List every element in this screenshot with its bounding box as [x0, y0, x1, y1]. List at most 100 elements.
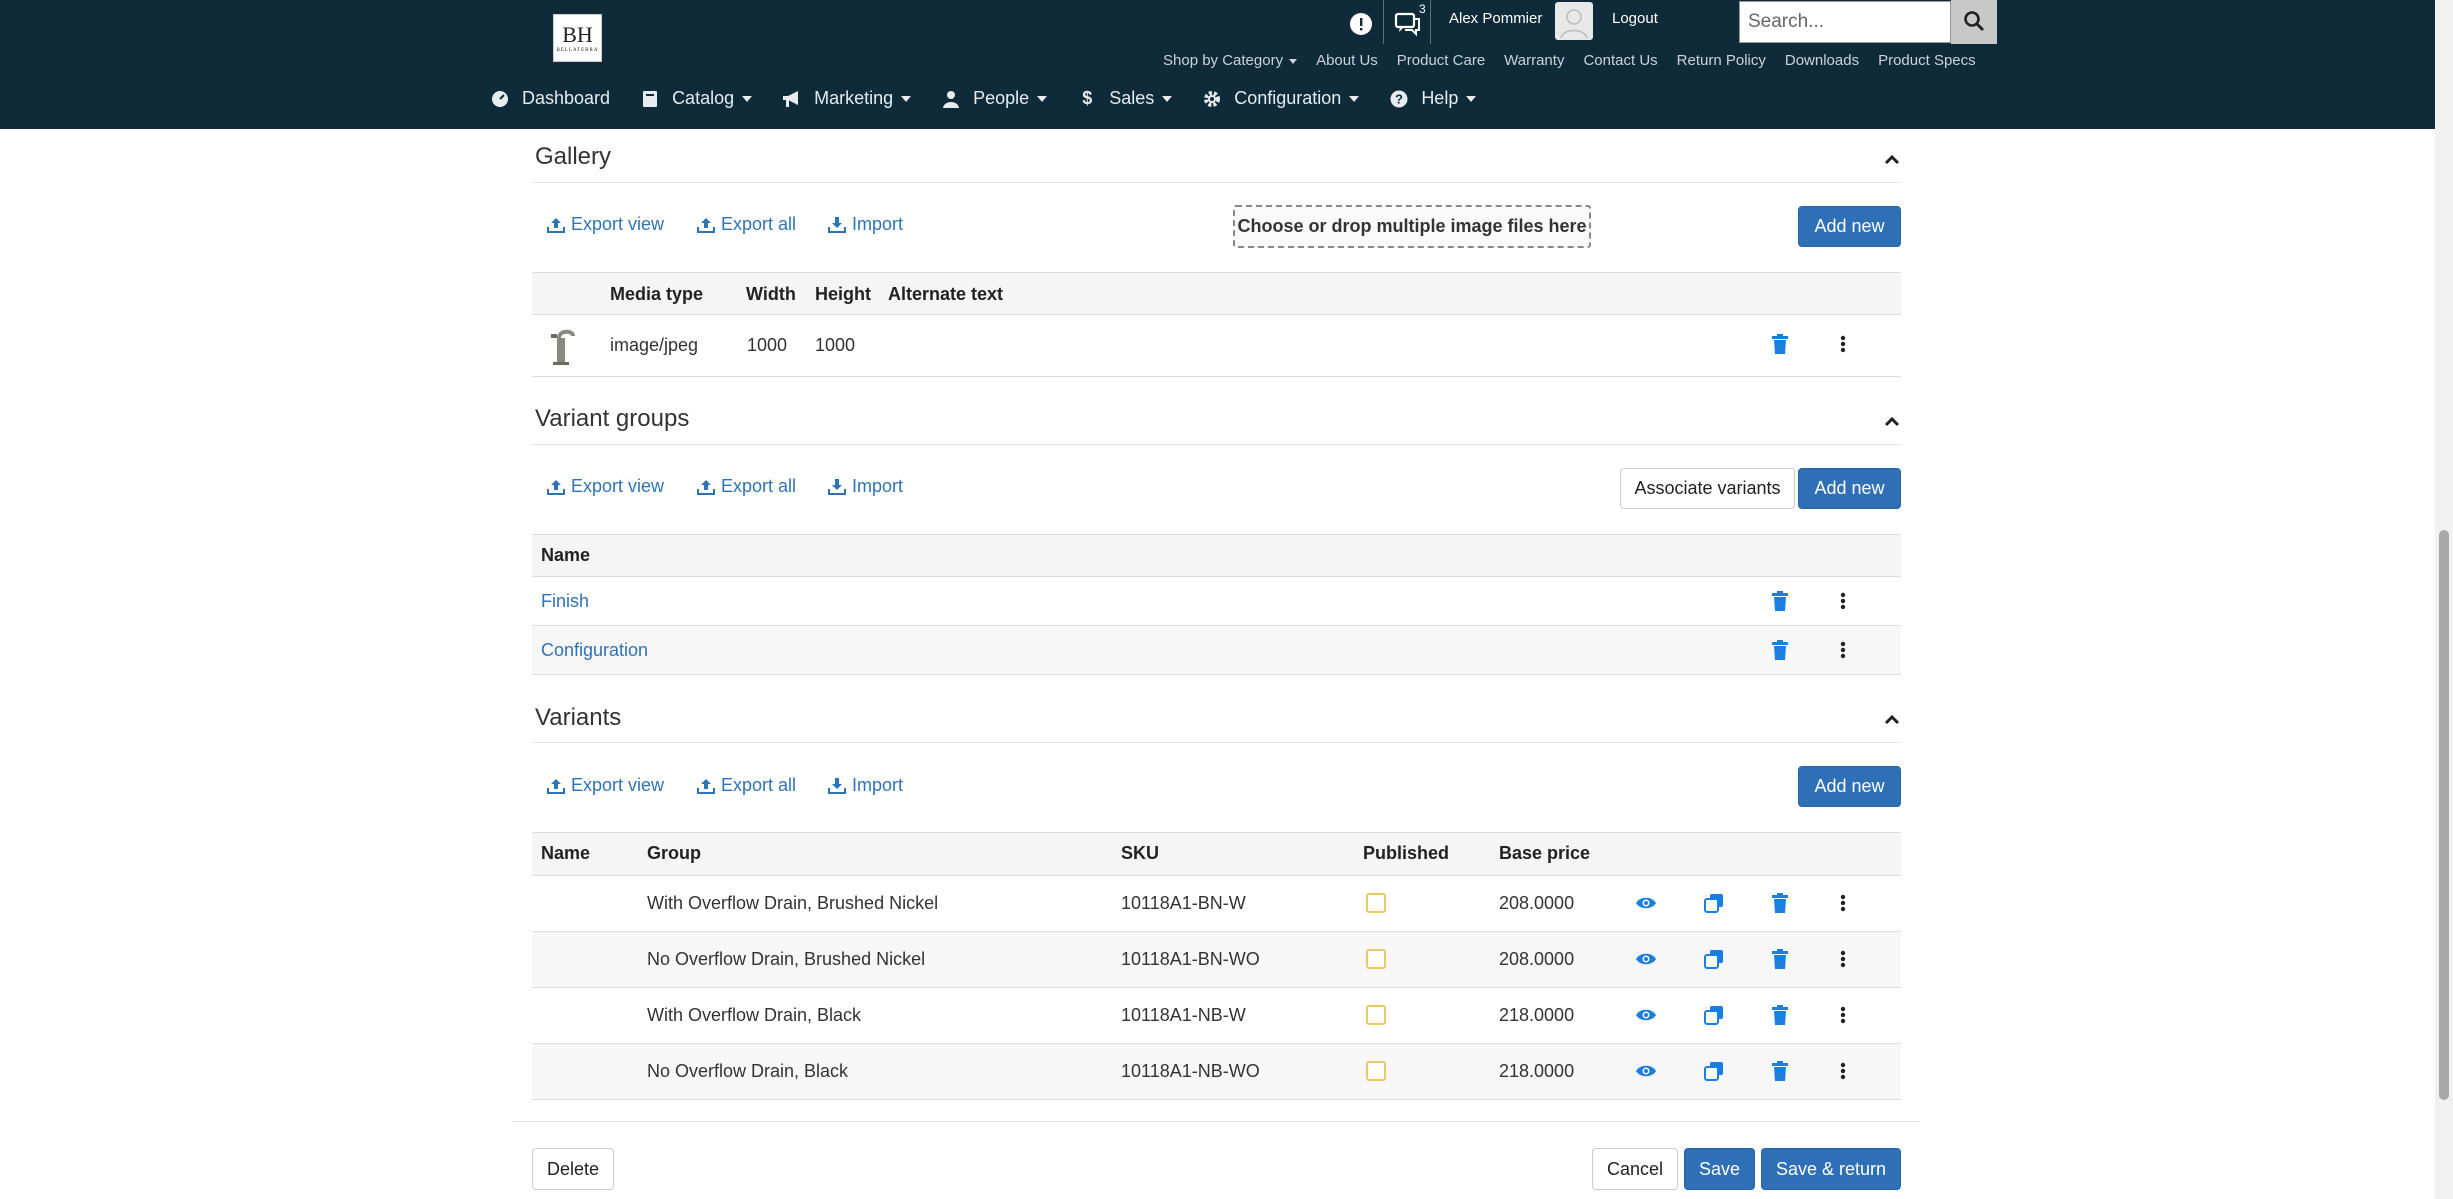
eye-icon[interactable] — [1634, 1059, 1658, 1083]
eye-icon[interactable] — [1634, 891, 1658, 915]
column-header[interactable]: Height — [815, 284, 871, 305]
variant-groups-export-view-link[interactable]: Export view — [547, 476, 664, 497]
divider — [532, 444, 1901, 445]
published-checkbox[interactable] — [1366, 1061, 1386, 1081]
nav-help[interactable]: ? Help — [1389, 88, 1477, 109]
nav-label: Configuration — [1234, 88, 1342, 108]
delete-icon[interactable] — [1768, 589, 1792, 613]
delete-icon[interactable] — [1768, 947, 1792, 971]
more-actions-icon[interactable] — [1831, 947, 1855, 971]
height-cell: 1000 — [815, 335, 856, 355]
product-thumbnail[interactable] — [543, 326, 579, 366]
header-separator — [1383, 0, 1384, 44]
variant-groups-import-link[interactable]: Import — [828, 476, 903, 497]
delete-icon[interactable] — [1768, 1003, 1792, 1027]
user-name[interactable]: Alex Pommier — [1449, 10, 1542, 27]
chevron-up-icon[interactable] — [1882, 412, 1902, 432]
variant-groups-add-new-button[interactable]: Add new — [1798, 468, 1901, 509]
import-label: Import — [852, 214, 904, 234]
book-icon — [640, 89, 660, 109]
delete-icon[interactable] — [1768, 638, 1792, 662]
delete-button[interactable]: Delete — [532, 1148, 614, 1190]
delete-icon[interactable] — [1768, 1059, 1792, 1083]
eye-icon[interactable] — [1634, 1003, 1658, 1027]
variant-price-cell: 218.0000 — [1499, 1005, 1575, 1025]
image-dropzone[interactable]: Choose or drop multiple image files here — [1233, 205, 1591, 248]
gallery-export-all-link[interactable]: Export all — [697, 214, 796, 235]
copy-icon[interactable] — [1702, 947, 1726, 971]
nav-marketing[interactable]: Marketing — [782, 88, 912, 109]
save-return-button[interactable]: Save & return — [1761, 1148, 1901, 1190]
delete-icon[interactable] — [1768, 891, 1792, 915]
top-link-about-us[interactable]: About Us — [1316, 52, 1378, 69]
search-input[interactable] — [1739, 1, 1951, 43]
top-link-product-specs[interactable]: Product Specs — [1878, 52, 1976, 69]
nav-label: Catalog — [672, 88, 735, 108]
published-checkbox[interactable] — [1366, 949, 1386, 969]
variants-import-link[interactable]: Import — [828, 775, 903, 796]
column-header[interactable]: Published — [1363, 843, 1449, 864]
eye-icon[interactable] — [1634, 947, 1658, 971]
nav-label: Sales — [1109, 88, 1155, 108]
nav-catalog[interactable]: Catalog — [640, 88, 753, 109]
cancel-button[interactable]: Cancel — [1592, 1148, 1678, 1190]
top-link-return-policy[interactable]: Return Policy — [1677, 52, 1766, 69]
column-header[interactable]: Width — [746, 284, 796, 305]
gallery-import-link[interactable]: Import — [828, 214, 903, 235]
nav-configuration[interactable]: Configuration — [1202, 88, 1360, 109]
question-icon: ? — [1389, 89, 1409, 109]
avatar[interactable] — [1555, 2, 1593, 40]
published-checkbox[interactable] — [1366, 1005, 1386, 1025]
column-header[interactable]: Base price — [1499, 843, 1590, 864]
copy-icon[interactable] — [1702, 1059, 1726, 1083]
more-actions-icon[interactable] — [1831, 1003, 1855, 1027]
variant-group-name-link[interactable]: Finish — [541, 591, 589, 612]
divider — [532, 742, 1901, 743]
nav-label: Marketing — [814, 88, 894, 108]
copy-icon[interactable] — [1702, 891, 1726, 915]
top-link-product-care[interactable]: Product Care — [1397, 52, 1485, 69]
more-actions-icon[interactable] — [1831, 891, 1855, 915]
store-logo[interactable]: BH BELLATERRA — [553, 14, 602, 62]
more-actions-icon[interactable] — [1831, 638, 1855, 662]
top-link-contact-us[interactable]: Contact Us — [1583, 52, 1657, 69]
nav-dashboard[interactable]: Dashboard — [490, 88, 610, 109]
column-header[interactable]: SKU — [1121, 843, 1159, 864]
gallery-export-view-link[interactable]: Export view — [547, 214, 664, 235]
notification-icon[interactable] — [1344, 7, 1378, 41]
column-header[interactable]: Media type — [610, 284, 703, 305]
top-link-shop-by-category[interactable]: Shop by Category — [1163, 52, 1298, 69]
variants-export-all-link[interactable]: Export all — [697, 775, 796, 796]
copy-icon[interactable] — [1702, 1003, 1726, 1027]
variant-groups-export-all-link[interactable]: Export all — [697, 476, 796, 497]
search-button[interactable] — [1951, 0, 1997, 44]
column-header[interactable]: Group — [647, 843, 701, 864]
more-actions-icon[interactable] — [1831, 589, 1855, 613]
variant-price-cell: 218.0000 — [1499, 1061, 1575, 1081]
column-header[interactable]: Name — [541, 545, 590, 566]
page-scrollbar[interactable] — [2435, 0, 2453, 1199]
chevron-up-icon[interactable] — [1882, 150, 1902, 170]
chevron-up-icon[interactable] — [1882, 710, 1902, 730]
save-button[interactable]: Save — [1684, 1148, 1755, 1190]
width-cell: 1000 — [747, 335, 788, 355]
gallery-add-new-button[interactable]: Add new — [1798, 206, 1901, 247]
published-checkbox[interactable] — [1366, 893, 1386, 913]
variant-group-name-link[interactable]: Configuration — [541, 640, 648, 661]
more-actions-icon[interactable] — [1831, 1059, 1855, 1083]
nav-people[interactable]: People — [941, 88, 1048, 109]
scrollbar-thumb[interactable] — [2439, 530, 2449, 1100]
associate-variants-button[interactable]: Associate variants — [1620, 468, 1795, 509]
delete-icon[interactable] — [1768, 332, 1792, 356]
variants-export-view-link[interactable]: Export view — [547, 775, 664, 796]
column-header[interactable]: Alternate text — [888, 284, 1003, 305]
logout-link[interactable]: Logout — [1612, 10, 1658, 27]
svg-text:?: ? — [1395, 91, 1403, 106]
column-header[interactable]: Name — [541, 843, 590, 864]
top-link-downloads[interactable]: Downloads — [1785, 52, 1859, 69]
variant-sku-cell: 10118A1-NB-WO — [1121, 1061, 1260, 1081]
top-link-warranty[interactable]: Warranty — [1504, 52, 1564, 69]
variants-add-new-button[interactable]: Add new — [1798, 766, 1901, 807]
more-actions-icon[interactable] — [1831, 332, 1855, 356]
nav-sales[interactable]: $ Sales — [1077, 88, 1173, 109]
